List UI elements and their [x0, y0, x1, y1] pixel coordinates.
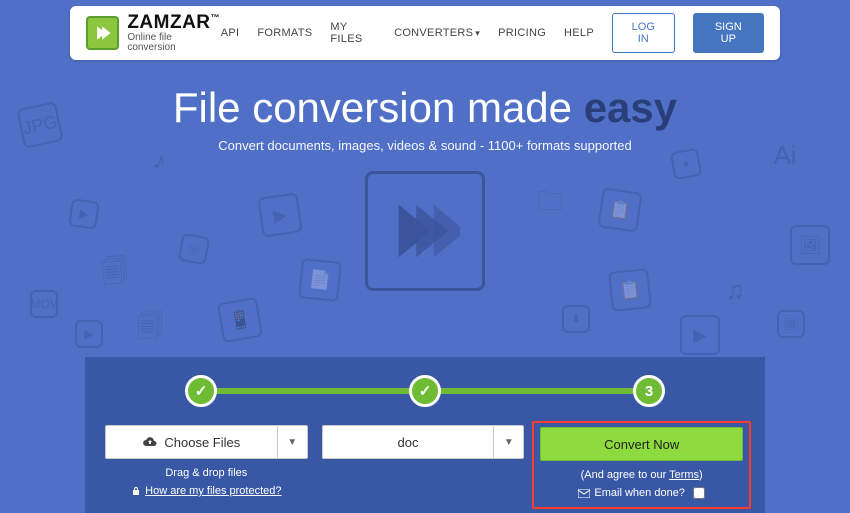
converter-panel: ✓ ✓ 3 Choose Files ▼ Drag & drop files H… [85, 357, 765, 513]
hero-logo-icon [365, 171, 485, 291]
choose-files-column: Choose Files ▼ Drag & drop files How are… [105, 425, 308, 501]
step-3-badge: 3 [633, 375, 665, 407]
files-protected-link[interactable]: How are my files protected? [145, 485, 281, 497]
email-when-done-label: Email when done? [594, 487, 685, 499]
email-when-done-checkbox[interactable] [693, 487, 705, 499]
chevron-down-icon[interactable]: ▼ [493, 426, 523, 458]
drag-drop-label: Drag & drop files [105, 467, 308, 479]
format-select[interactable]: doc ▼ [322, 425, 525, 459]
hero: File conversion made easy Convert docume… [0, 84, 850, 153]
convert-now-button[interactable]: Convert Now [540, 427, 743, 461]
lock-icon [131, 486, 141, 496]
step-indicator: ✓ ✓ 3 [185, 375, 665, 407]
step-1-badge: ✓ [185, 375, 217, 407]
mail-icon [578, 489, 590, 498]
choose-files-button[interactable]: Choose Files ▼ [105, 425, 308, 459]
cloud-upload-icon [142, 436, 158, 448]
format-column: doc ▼ [322, 425, 525, 501]
step-2-badge: ✓ [409, 375, 441, 407]
terms-agreement: (And agree to our Terms) [540, 469, 743, 481]
convert-column: Convert Now (And agree to our Terms) Ema… [532, 421, 751, 509]
terms-link[interactable]: Terms [669, 469, 699, 481]
hero-subtitle: Convert documents, images, videos & soun… [0, 138, 850, 153]
chevron-down-icon[interactable]: ▼ [277, 426, 307, 458]
hero-title: File conversion made easy [0, 84, 850, 132]
